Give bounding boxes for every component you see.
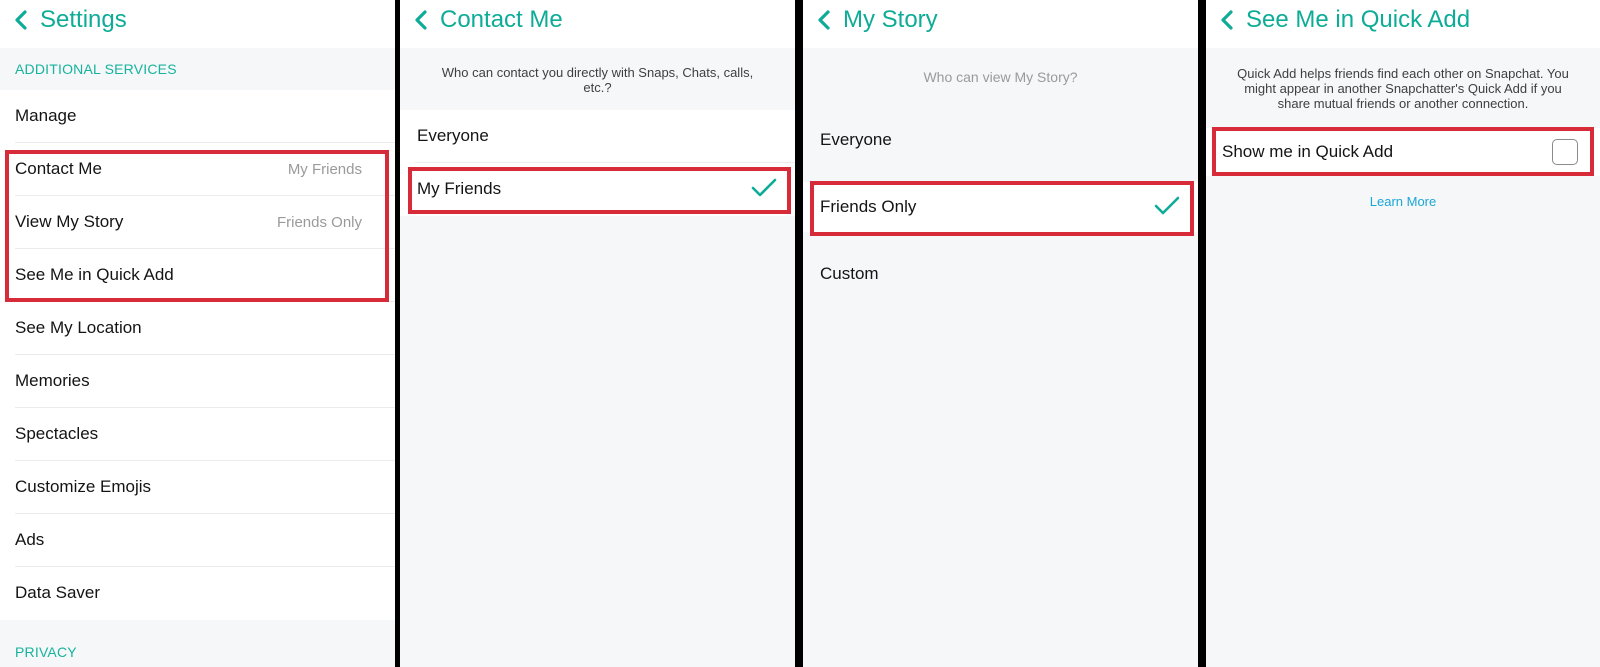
settings-panel: Settings ADDITIONAL SERVICES Manage Cont… [0,0,395,667]
checkmark-icon [1154,196,1180,215]
settings-header: Settings [0,0,395,48]
contact-me-hint: Who can contact you directly with Snaps,… [441,65,754,95]
option-everyone[interactable]: Everyone [400,110,795,163]
section-header-additional-services: ADDITIONAL SERVICES [15,61,177,77]
settings-item-view-my-story[interactable]: View My Story Friends Only [0,196,395,249]
settings-item-label: Spectacles [15,424,99,443]
page-title: See Me in Quick Add [1246,6,1471,33]
chevron-left-icon[interactable] [815,9,833,31]
checkbox-unchecked-icon[interactable] [1552,139,1578,165]
settings-item-label: See My Location [15,318,142,337]
settings-item-ads[interactable]: Ads [0,514,395,567]
contact-me-header: Contact Me [400,0,795,48]
settings-item-label: Customize Emojis [15,477,152,496]
learn-more-link[interactable]: Learn More [1206,194,1600,209]
chevron-left-icon[interactable] [1218,9,1236,31]
my-story-hint: Who can view My Story? [923,69,1078,85]
settings-item-see-me-in-quick-add[interactable]: See Me in Quick Add [0,249,395,302]
option-friends-only[interactable]: Friends Only [803,182,1198,232]
option-everyone[interactable]: Everyone [803,112,1198,182]
settings-item-spectacles[interactable]: Spectacles [0,408,395,461]
option-label: Custom [820,264,879,283]
quick-add-hint: Quick Add helps friends find each other … [1237,66,1569,111]
option-label: Everyone [417,126,489,145]
settings-item-label: Memories [15,371,90,390]
my-story-header: My Story [803,0,1198,48]
page-title: My Story [843,6,938,33]
settings-item-data-saver[interactable]: Data Saver [0,567,395,620]
quick-add-header: See Me in Quick Add [1206,0,1600,48]
page-title: Contact Me [440,6,563,33]
settings-item-value: Friends Only [276,214,362,231]
toggle-label: Show me in Quick Add [1222,142,1394,161]
settings-item-memories[interactable]: Memories [0,355,395,408]
option-label: Friends Only [820,197,917,216]
settings-item-manage[interactable]: Manage [0,90,395,143]
contact-me-panel: Contact Me Who can contact you directly … [400,0,795,667]
option-my-friends[interactable]: My Friends [400,163,795,216]
settings-item-see-my-location[interactable]: See My Location [0,302,395,355]
settings-item-label: Contact Me [15,159,102,178]
section-header-privacy: PRIVACY [15,644,77,660]
screenshot-collage: Settings ADDITIONAL SERVICES Manage Cont… [0,0,1600,667]
show-in-quick-add-toggle-row[interactable]: Show me in Quick Add [1206,128,1600,176]
page-title: Settings [40,6,127,33]
settings-item-label: See Me in Quick Add [15,265,174,284]
my-story-panel: My Story Who can view My Story? Everyone… [803,0,1198,667]
settings-item-label: View My Story [15,212,124,231]
option-label: Everyone [820,130,892,149]
settings-item-label: Ads [15,530,45,549]
settings-item-value: My Friends [287,161,362,178]
option-label: My Friends [417,179,502,198]
checkmark-icon [751,178,777,197]
settings-item-contact-me[interactable]: Contact Me My Friends [0,143,395,196]
settings-item-customize-emojis[interactable]: Customize Emojis [0,461,395,514]
quick-add-panel: See Me in Quick Add Quick Add helps frie… [1206,0,1600,667]
option-custom[interactable]: Custom [803,242,1198,302]
settings-item-label: Manage [15,106,77,125]
chevron-left-icon[interactable] [412,9,430,31]
chevron-left-icon[interactable] [12,9,30,31]
settings-item-label: Data Saver [15,583,101,602]
